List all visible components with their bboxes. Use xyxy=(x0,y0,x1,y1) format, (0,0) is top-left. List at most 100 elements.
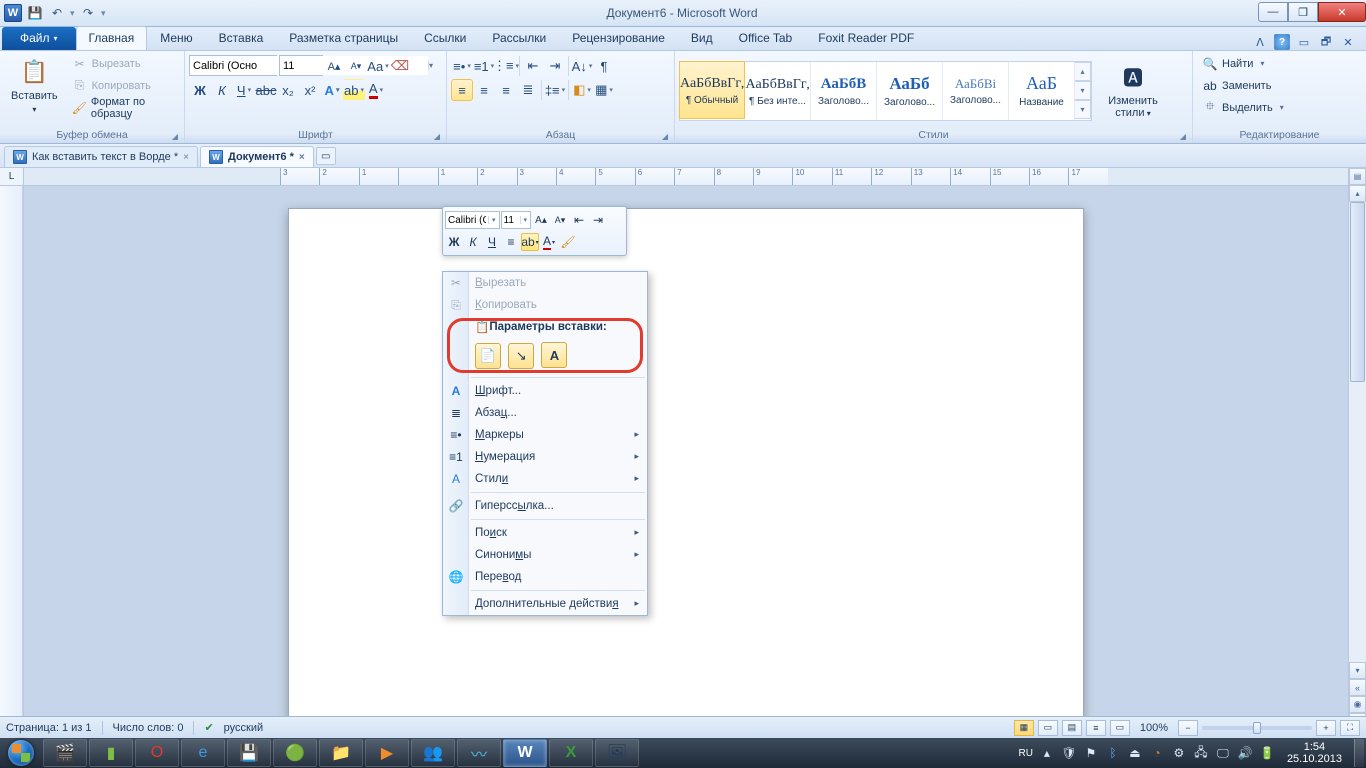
grow-font-icon[interactable]: A▴ xyxy=(323,55,345,77)
help-icon[interactable]: ? xyxy=(1274,34,1290,50)
shrink-font-icon[interactable]: A▾ xyxy=(345,55,367,77)
ctx-cut[interactable]: ✂Вырезать xyxy=(443,272,647,294)
close-tab-icon[interactable]: × xyxy=(183,152,189,163)
style-item-normal[interactable]: АаБбВвГг,¶ Обычный xyxy=(679,61,745,119)
decrease-indent-icon[interactable]: ⇤ xyxy=(522,55,544,77)
ctx-font[interactable]: AШрифт... xyxy=(443,380,647,402)
document-tab[interactable]: WКак вставить текст в Ворде *× xyxy=(4,146,198,167)
taskbar-app-explorer[interactable]: 📁 xyxy=(319,739,363,767)
ctx-synonyms[interactable]: Синонимы▸ xyxy=(443,544,647,566)
group-styles-label[interactable]: Стили xyxy=(679,128,1188,143)
group-font-label[interactable]: Шрифт xyxy=(189,128,442,143)
superscript-icon[interactable]: x² xyxy=(299,79,321,101)
ribbon-tab-insert[interactable]: Вставка xyxy=(206,26,277,50)
document-tab-active[interactable]: WДокумент6 *× xyxy=(200,146,314,167)
file-tab[interactable]: Файл xyxy=(2,27,76,50)
text-effects-icon[interactable]: A xyxy=(321,79,343,101)
tray-tool-icon[interactable]: ⚙ xyxy=(1171,745,1187,761)
font-name-combo[interactable]: ▾ xyxy=(189,55,277,76)
mini-bold-icon[interactable]: Ж xyxy=(445,233,463,251)
font-color-icon[interactable]: A xyxy=(365,79,387,101)
taskbar-app-mpc[interactable]: 🎬 xyxy=(43,739,87,767)
ribbon-opt3-icon[interactable]: ✕ xyxy=(1340,34,1356,50)
select-button[interactable]: ⯐Выделить▾ xyxy=(1197,97,1289,118)
view-print-layout-icon[interactable]: ▦ xyxy=(1014,720,1034,736)
chevron-down-icon[interactable]: ▾ xyxy=(488,216,499,224)
taskbar-app-wmp[interactable]: ▶ xyxy=(365,739,409,767)
gallery-down-icon[interactable]: ▾ xyxy=(1075,81,1091,100)
cut-button[interactable]: ✂Вырезать xyxy=(67,53,180,74)
browse-object-icon[interactable]: ◉ xyxy=(1349,696,1366,713)
qat-undo-dropdown-icon[interactable]: ▾ xyxy=(70,4,75,22)
style-item-heading3[interactable]: АаБбВіЗаголово... xyxy=(943,62,1009,120)
borders-icon[interactable]: ▦ xyxy=(593,79,615,101)
view-web-layout-icon[interactable]: ▤ xyxy=(1062,720,1082,736)
mini-increase-indent-icon[interactable]: ⇥ xyxy=(589,211,607,229)
show-desktop-button[interactable] xyxy=(1354,739,1364,767)
zoom-out-button[interactable]: − xyxy=(1178,720,1198,736)
taskbar-app-excel[interactable]: X xyxy=(549,739,593,767)
align-left-icon[interactable]: ≡ xyxy=(451,79,473,101)
qat-undo-icon[interactable]: ↶ xyxy=(48,4,66,22)
mini-size-combo[interactable]: ▾ xyxy=(501,211,532,229)
view-draft-icon[interactable]: ▭ xyxy=(1110,720,1130,736)
ribbon-tab-view[interactable]: Вид xyxy=(678,26,726,50)
ribbon-tab-foxit[interactable]: Foxit Reader PDF xyxy=(805,26,927,50)
zoom-level[interactable]: 100% xyxy=(1140,722,1168,734)
ribbon-tab-page-layout[interactable]: Разметка страницы xyxy=(276,26,411,50)
status-language[interactable]: русский xyxy=(224,722,263,734)
taskbar-app-word[interactable]: W xyxy=(503,739,547,767)
style-item-title[interactable]: АаБНазвание xyxy=(1009,62,1075,120)
taskbar-app-save[interactable]: 💾 xyxy=(227,739,271,767)
ruler-toggle-icon[interactable]: ▤ xyxy=(1349,168,1366,185)
word-app-icon[interactable]: W xyxy=(4,4,22,22)
ctx-additional-actions[interactable]: Дополнительные действия▸ xyxy=(443,593,647,615)
status-page[interactable]: Страница: 1 из 1 xyxy=(6,722,92,734)
tray-flag-icon[interactable]: ⚑ xyxy=(1083,745,1099,761)
mini-italic-icon[interactable]: К xyxy=(464,233,482,251)
mini-font-combo[interactable]: ▾ xyxy=(445,211,500,229)
mini-size-input[interactable] xyxy=(502,215,520,226)
ctx-bullets[interactable]: ≡•Маркеры▸ xyxy=(443,424,647,446)
zoom-in-button[interactable]: + xyxy=(1316,720,1336,736)
tray-shield-icon[interactable]: 🛡 xyxy=(1061,745,1077,761)
style-item-no-spacing[interactable]: АаБбВвГг,¶ Без инте... xyxy=(745,62,811,120)
align-right-icon[interactable]: ≡ xyxy=(495,79,517,101)
change-styles-button[interactable]: 🅰 Изменить стили xyxy=(1098,58,1168,124)
ctx-hyperlink[interactable]: 🔗Гиперссылка... xyxy=(443,495,647,517)
tray-network-icon[interactable]: 🖧 xyxy=(1193,745,1209,761)
gallery-more-icon[interactable]: ▾ xyxy=(1075,100,1091,119)
ctx-copy[interactable]: ⎘Копировать xyxy=(443,294,647,316)
ribbon-opt2-icon[interactable]: 🗗 xyxy=(1318,34,1334,50)
tray-volume-icon[interactable]: 🔊 xyxy=(1237,745,1253,761)
vertical-scrollbar[interactable]: ▤ ▴ ▾ « ◉ » xyxy=(1348,168,1366,730)
shading-icon[interactable]: ◧ xyxy=(571,79,593,101)
format-painter-button[interactable]: 🖌Формат по образцу xyxy=(67,97,180,118)
mini-font-input[interactable] xyxy=(446,215,488,226)
ribbon-opt1-icon[interactable]: ▭ xyxy=(1296,34,1312,50)
strikethrough-icon[interactable]: abc xyxy=(255,79,277,101)
find-button[interactable]: 🔍Найти▾ xyxy=(1197,53,1289,74)
start-button[interactable] xyxy=(0,738,42,768)
mini-decrease-indent-icon[interactable]: ⇤ xyxy=(570,211,588,229)
view-fullscreen-reading-icon[interactable]: ▭ xyxy=(1038,720,1058,736)
tray-battery-icon[interactable]: 🔋 xyxy=(1259,745,1275,761)
ribbon-tab-review[interactable]: Рецензирование xyxy=(559,26,678,50)
group-clipboard-label[interactable]: Буфер обмена xyxy=(4,128,180,143)
underline-icon[interactable]: Ч xyxy=(233,79,255,101)
vertical-ruler[interactable] xyxy=(0,186,23,730)
style-item-heading2[interactable]: АаБбЗаголово... xyxy=(877,62,943,120)
status-word-count[interactable]: Число слов: 0 xyxy=(113,722,184,734)
bullets-icon[interactable]: ≡• xyxy=(451,55,473,77)
tray-usb-icon[interactable]: ⏏ xyxy=(1127,745,1143,761)
page[interactable] xyxy=(288,208,1084,730)
scroll-up-icon[interactable]: ▴ xyxy=(1349,185,1366,202)
taskbar-app-picasa[interactable]: 🖼 xyxy=(595,739,639,767)
window-close-button[interactable]: ✕ xyxy=(1318,2,1366,22)
styles-gallery-scroll[interactable]: ▴▾▾ xyxy=(1075,62,1091,120)
italic-icon[interactable]: К xyxy=(211,79,233,101)
show-marks-icon[interactable]: ¶ xyxy=(593,55,615,77)
tray-show-hidden-icon[interactable]: ▴ xyxy=(1039,745,1055,761)
subscript-icon[interactable]: x₂ xyxy=(277,79,299,101)
numbering-icon[interactable]: ≡1 xyxy=(473,55,495,77)
